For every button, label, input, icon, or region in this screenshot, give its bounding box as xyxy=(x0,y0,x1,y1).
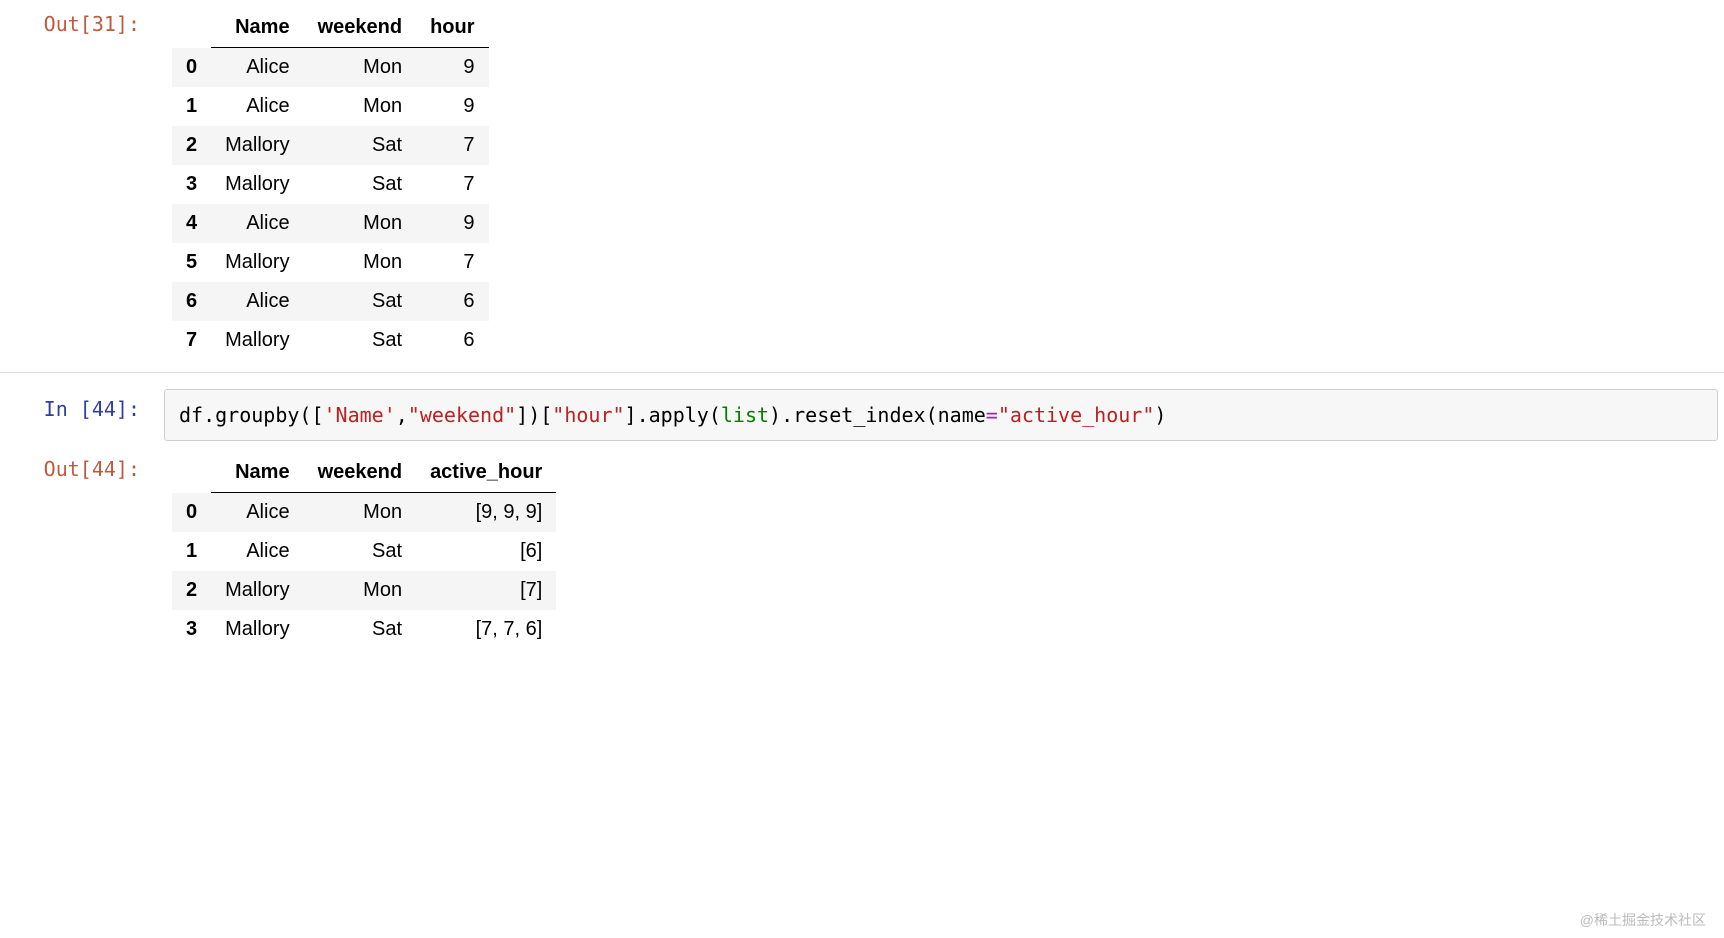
code-token: "active_hour" xyxy=(998,403,1155,427)
row-index: 6 xyxy=(172,282,211,321)
table-row: 5 Mallory Mon 7 xyxy=(172,243,489,282)
table-row: 2 Mallory Mon [7] xyxy=(172,571,556,610)
col-header: weekend xyxy=(304,8,416,48)
row-index: 1 xyxy=(172,532,211,571)
cell: Mallory xyxy=(211,126,303,165)
cell: Sat xyxy=(304,532,416,571)
corner-cell xyxy=(172,453,211,493)
table-row: 7 Mallory Sat 6 xyxy=(172,321,489,360)
output-body-44: Name weekend active_hour 0 Alice Mon [9,… xyxy=(156,449,1724,649)
code-token: , xyxy=(396,403,408,427)
table-row: 2 Mallory Sat 7 xyxy=(172,126,489,165)
cell: 6 xyxy=(416,321,488,360)
prompt-out-31: Out[31]: xyxy=(0,4,156,38)
code-token: "hour" xyxy=(552,403,624,427)
row-index: 3 xyxy=(172,610,211,649)
cell: Mon xyxy=(304,204,416,243)
col-header: Name xyxy=(211,453,303,493)
code-token: list xyxy=(721,403,769,427)
cell: Mallory xyxy=(211,165,303,204)
cell: Mon xyxy=(304,243,416,282)
cell: [9, 9, 9] xyxy=(416,493,556,533)
cell: Mon xyxy=(304,48,416,88)
cell: Sat xyxy=(304,165,416,204)
prompt-out-44: Out[44]: xyxy=(0,449,156,483)
code-token: = xyxy=(986,403,998,427)
cell: Mon xyxy=(304,571,416,610)
col-header: weekend xyxy=(304,453,416,493)
cell: Alice xyxy=(211,87,303,126)
dataframe-out44: Name weekend active_hour 0 Alice Mon [9,… xyxy=(172,453,556,649)
watermark: @稀土掘金技术社区 xyxy=(1580,910,1706,930)
row-index: 0 xyxy=(172,493,211,533)
cell: Mon xyxy=(304,493,416,533)
cell: Sat xyxy=(304,321,416,360)
cell: Alice xyxy=(211,282,303,321)
code-token: "weekend" xyxy=(408,403,516,427)
code-token: ).reset_index(name xyxy=(769,403,986,427)
cell: Alice xyxy=(211,204,303,243)
cell: Mallory xyxy=(211,571,303,610)
col-header: Name xyxy=(211,8,303,48)
input-cell-44: In [44]: df.groupby(['Name',"weekend"])[… xyxy=(0,385,1724,445)
cell: [7, 7, 6] xyxy=(416,610,556,649)
code-token: df.groupby([ xyxy=(179,403,324,427)
cell: Mallory xyxy=(211,243,303,282)
row-index: 7 xyxy=(172,321,211,360)
cell: Mallory xyxy=(211,321,303,360)
cell: Alice xyxy=(211,493,303,533)
corner-cell xyxy=(172,8,211,48)
cell: Alice xyxy=(211,48,303,88)
cell: Mallory xyxy=(211,610,303,649)
cell: Alice xyxy=(211,532,303,571)
table-row: 1 Alice Mon 9 xyxy=(172,87,489,126)
code-editor[interactable]: df.groupby(['Name',"weekend"])["hour"].a… xyxy=(164,389,1718,441)
table-row: 6 Alice Sat 6 xyxy=(172,282,489,321)
table-row: 0 Alice Mon [9, 9, 9] xyxy=(172,493,556,533)
col-header: active_hour xyxy=(416,453,556,493)
input-body-44: df.groupby(['Name',"weekend"])["hour"].a… xyxy=(156,389,1724,441)
output-body-31: Name weekend hour 0 Alice Mon 9 1 Alice … xyxy=(156,4,1724,360)
code-token: ])[ xyxy=(516,403,552,427)
col-header: hour xyxy=(416,8,488,48)
cell: Sat xyxy=(304,282,416,321)
cell: 7 xyxy=(416,126,488,165)
cell: 7 xyxy=(416,165,488,204)
row-index: 0 xyxy=(172,48,211,88)
cell-separator xyxy=(0,372,1724,373)
cell: 9 xyxy=(416,87,488,126)
table-row: 1 Alice Sat [6] xyxy=(172,532,556,571)
table-row: 3 Mallory Sat [7, 7, 6] xyxy=(172,610,556,649)
row-index: 4 xyxy=(172,204,211,243)
cell: 9 xyxy=(416,48,488,88)
cell: Sat xyxy=(304,610,416,649)
code-token: 'Name' xyxy=(324,403,396,427)
cell: Mon xyxy=(304,87,416,126)
row-index: 1 xyxy=(172,87,211,126)
cell: 7 xyxy=(416,243,488,282)
cell: 9 xyxy=(416,204,488,243)
dataframe-out31: Name weekend hour 0 Alice Mon 9 1 Alice … xyxy=(172,8,489,360)
table-row: 3 Mallory Sat 7 xyxy=(172,165,489,204)
cell: [7] xyxy=(416,571,556,610)
output-cell-31: Out[31]: Name weekend hour 0 Alice Mon 9 xyxy=(0,0,1724,364)
cell: Sat xyxy=(304,126,416,165)
row-index: 5 xyxy=(172,243,211,282)
table-row: 4 Alice Mon 9 xyxy=(172,204,489,243)
output-cell-44: Out[44]: Name weekend active_hour 0 Alic… xyxy=(0,445,1724,653)
code-token: ) xyxy=(1154,403,1166,427)
code-token: ].apply( xyxy=(625,403,721,427)
cell: [6] xyxy=(416,532,556,571)
table-row: 0 Alice Mon 9 xyxy=(172,48,489,88)
row-index: 3 xyxy=(172,165,211,204)
prompt-in-44: In [44]: xyxy=(0,389,156,423)
row-index: 2 xyxy=(172,571,211,610)
row-index: 2 xyxy=(172,126,211,165)
cell: 6 xyxy=(416,282,488,321)
